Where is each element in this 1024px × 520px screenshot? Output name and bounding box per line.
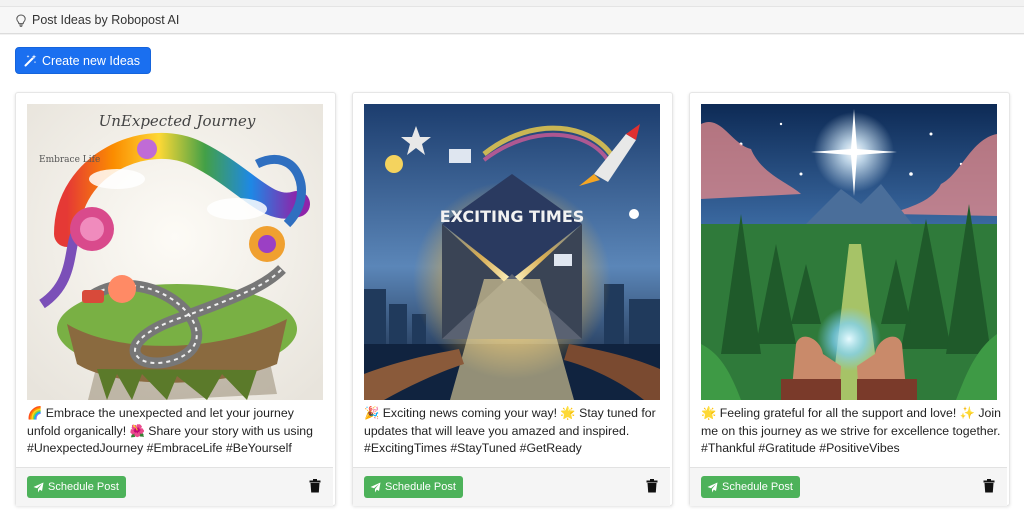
schedule-post-button[interactable]: Schedule Post bbox=[701, 476, 800, 498]
paper-plane-icon bbox=[33, 482, 44, 493]
schedule-post-label: Schedule Post bbox=[48, 481, 119, 493]
paper-plane-icon bbox=[707, 482, 718, 493]
card-footer: Schedule Post bbox=[690, 467, 1007, 506]
schedule-post-button[interactable]: Schedule Post bbox=[27, 476, 126, 498]
card-footer: Schedule Post bbox=[16, 467, 333, 506]
image-overlay-text: EXCITING TIMES bbox=[440, 207, 585, 226]
magic-wand-icon bbox=[24, 54, 37, 67]
image-side-text: Embrace Life bbox=[39, 155, 100, 165]
trash-icon[interactable] bbox=[646, 479, 658, 493]
post-idea-card: EXCITING TIMES 🎉 Exciting news coming yo… bbox=[352, 92, 673, 506]
post-image bbox=[701, 104, 997, 400]
schedule-post-button[interactable]: Schedule Post bbox=[364, 476, 463, 498]
card-footer: Schedule Post bbox=[353, 467, 670, 506]
post-idea-card: UnExpected Journey Embrace Life 🌈 Embrac… bbox=[15, 92, 336, 506]
post-caption: 🌈 Embrace the unexpected and let your jo… bbox=[27, 406, 313, 456]
post-caption: 🌟 Feeling grateful for all the support a… bbox=[701, 406, 1001, 456]
schedule-post-label: Schedule Post bbox=[385, 481, 456, 493]
post-image: EXCITING TIMES bbox=[364, 104, 660, 400]
page-title: Post Ideas by Robopost AI bbox=[32, 13, 180, 27]
lightbulb-icon bbox=[14, 13, 28, 27]
trash-icon[interactable] bbox=[983, 479, 995, 493]
create-new-ideas-label: Create new Ideas bbox=[42, 53, 140, 68]
paper-plane-icon bbox=[370, 482, 381, 493]
post-caption: 🎉 Exciting news coming your way! 🌟 Stay … bbox=[364, 406, 656, 456]
image-overlay-text: UnExpected Journey bbox=[99, 112, 256, 130]
schedule-post-label: Schedule Post bbox=[722, 481, 793, 493]
panel-body: Create new Ideas UnExpected Journey Embr… bbox=[0, 35, 1024, 520]
create-new-ideas-button[interactable]: Create new Ideas bbox=[15, 47, 151, 74]
panel-header: Post Ideas by Robopost AI bbox=[0, 6, 1024, 34]
trash-icon[interactable] bbox=[309, 479, 321, 493]
post-image: UnExpected Journey Embrace Life bbox=[27, 104, 323, 400]
post-idea-card: 🌟 Feeling grateful for all the support a… bbox=[689, 92, 1010, 506]
